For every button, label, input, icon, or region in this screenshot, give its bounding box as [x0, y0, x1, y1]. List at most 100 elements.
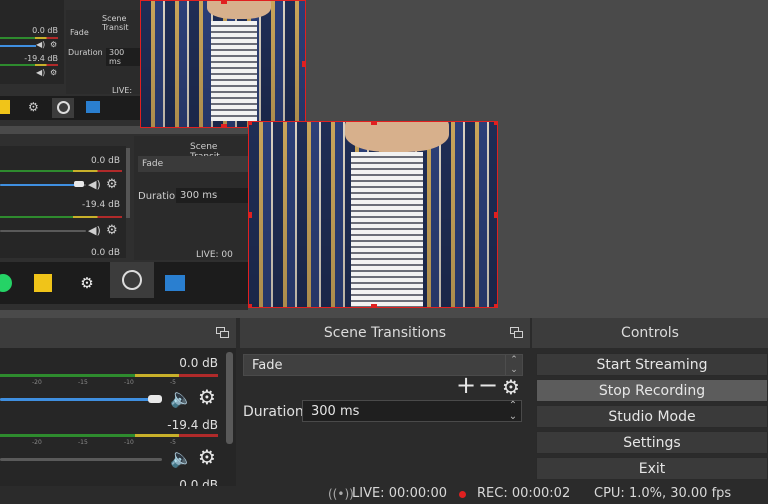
resize-handle[interactable] — [221, 1, 227, 4]
resize-handle[interactable] — [494, 122, 497, 125]
gear-icon[interactable]: ⚙ — [198, 447, 216, 467]
photos-icon — [165, 275, 185, 291]
nested-duration-value: 300 ms — [106, 48, 140, 66]
meter-tick: -10 — [124, 439, 134, 446]
rec-timer: REC: 00:00:02 — [477, 486, 571, 501]
volume-meter — [0, 434, 218, 437]
nested-mute-icon: ◀) — [36, 40, 46, 49]
meter-tick: -10 — [124, 379, 134, 386]
nested-scrollbar — [126, 148, 130, 218]
nested-preview-medium: 0.0 dB ◀) ⚙ -19.4 dB ◀) ⚙ 0.0 dB Scene T… — [0, 134, 248, 310]
nested-transitions-medium: Scene Transit Fade Duration 300 ms LIVE:… — [134, 136, 248, 260]
resize-handle[interactable] — [494, 304, 497, 307]
add-icon[interactable]: + — [456, 373, 476, 397]
scene-transitions-panel: Scene Transitions Fade ⌃ ⌄ + − ⚙ Duration… — [240, 318, 530, 486]
nested-gear-icon: ⚙ — [106, 223, 118, 238]
meter-tick: -20 — [32, 379, 42, 386]
nested-transition-value: Fade — [70, 28, 89, 37]
volume-slider[interactable] — [0, 458, 162, 461]
status-bar: ((•)) LIVE: 00:00:00 REC: 00:00:02 CPU: … — [0, 486, 768, 504]
volume-slider-knob[interactable] — [148, 395, 162, 403]
broadcast-icon: ((•)) — [328, 487, 354, 501]
nested-duration-value: 300 ms — [176, 188, 248, 203]
resize-handle[interactable] — [371, 122, 377, 125]
nested-transition-value: Fade — [142, 159, 164, 169]
mixer-header — [0, 318, 236, 348]
nested-mixer-small: 0.0 dB ◀) ⚙ -19.4 dB ◀) ⚙ — [0, 0, 64, 84]
resize-handle[interactable] — [302, 61, 305, 67]
start-streaming-button[interactable]: Start Streaming — [536, 353, 768, 376]
resize-handle[interactable] — [249, 122, 252, 125]
rec-dot-icon — [459, 491, 466, 498]
whatsapp-icon — [0, 274, 12, 292]
meter-tick: -15 — [78, 439, 88, 446]
nested-duration-label: Duration — [138, 191, 182, 202]
nested-taskbar-medium: ⚙ — [0, 262, 248, 304]
settings-button[interactable]: Settings — [536, 431, 768, 454]
scene-transitions-header: Scene Transitions — [240, 318, 530, 348]
nested-mute-icon: ◀) — [36, 68, 46, 77]
nested-live-status: LIVE: 00 — [196, 250, 233, 260]
obs-icon — [52, 98, 74, 118]
studio-mode-button[interactable]: Studio Mode — [536, 405, 768, 428]
duration-value: 300 ms — [311, 403, 360, 419]
gear-icon[interactable]: ⚙ — [198, 387, 216, 407]
controls-header: Controls — [532, 318, 768, 348]
nested-db-bottom: -19.4 dB — [24, 54, 58, 63]
mixer-db-cut: 0.0 dB — [179, 478, 218, 486]
preview-canvas[interactable]: 0.0 dB ◀) ⚙ -19.4 dB ◀) ⚙ Scene Transit … — [0, 0, 768, 318]
nested-gear-icon: ⚙ — [106, 177, 118, 192]
nested-taskbar-small: ⚙ — [0, 96, 140, 120]
cpu-status: CPU: 1.0%, 30.00 fps — [594, 486, 732, 501]
live-timer: LIVE: 00:00:00 — [352, 486, 448, 501]
nested-mute-icon: ◀) — [88, 178, 101, 191]
mixer-db-bottom: -19.4 dB — [167, 418, 218, 432]
webcam-source-large[interactable] — [248, 121, 498, 308]
sticky-notes-icon — [0, 100, 10, 114]
audio-mixer-panel: 0.0 dB -20 -15 -10 -5 🔈 ⚙ -19.4 dB -20 -… — [0, 318, 236, 486]
resize-handle[interactable] — [221, 124, 227, 127]
obs-icon — [110, 262, 154, 298]
sticky-notes-icon — [34, 274, 52, 292]
duration-spinbox[interactable]: 300 ms ⌃ ⌄ — [302, 400, 522, 422]
speaker-icon[interactable]: 🔈 — [170, 390, 192, 408]
webcam-source-small[interactable] — [140, 0, 306, 128]
nested-mixer-medium: 0.0 dB ◀) ⚙ -19.4 dB ◀) ⚙ 0.0 dB — [0, 146, 126, 258]
stop-recording-button[interactable]: Stop Recording — [536, 379, 768, 402]
controls-title: Controls — [621, 325, 679, 341]
meter-tick: -5 — [170, 439, 176, 446]
volume-slider-fill — [0, 398, 150, 401]
volume-meter — [0, 374, 218, 377]
gear-icon[interactable]: ⚙ — [502, 377, 520, 397]
bottom-dock: 0.0 dB -20 -15 -10 -5 🔈 ⚙ -19.4 dB -20 -… — [0, 318, 768, 486]
meter-tick: -20 — [32, 439, 42, 446]
scene-transitions-title: Scene Transitions — [323, 325, 447, 341]
mixer-db-top: 0.0 dB — [179, 356, 218, 370]
remove-icon[interactable]: − — [478, 373, 498, 397]
meter-tick: -15 — [78, 379, 88, 386]
nested-gear-icon: ⚙ — [50, 40, 58, 49]
nested-db-cut: 0.0 dB — [90, 248, 120, 258]
nested-transitions-small: Scene Transit Fade Duration 300 ms LIVE:… — [66, 10, 140, 104]
meter-tick: -5 — [170, 379, 176, 386]
float-dock-icon[interactable] — [216, 327, 229, 338]
transition-select-value: Fade — [252, 357, 283, 373]
duration-label: Duration — [243, 404, 304, 420]
resize-handle[interactable] — [249, 304, 252, 307]
settings-icon: ⚙ — [28, 100, 39, 114]
resize-handle[interactable] — [371, 304, 377, 307]
float-dock-icon[interactable] — [510, 327, 523, 338]
speaker-icon[interactable]: 🔈 — [170, 450, 192, 468]
settings-icon: ⚙ — [80, 274, 94, 292]
nested-mute-icon: ◀) — [88, 224, 101, 237]
nested-db-bottom: -19.4 dB — [81, 200, 120, 210]
resize-handle[interactable] — [249, 212, 252, 218]
nested-panel-title: Scene Transit — [102, 14, 129, 32]
spinner-arrows-icon[interactable]: ⌃ ⌄ — [505, 400, 521, 422]
nested-db-top: 0.0 dB — [90, 156, 120, 166]
exit-button[interactable]: Exit — [536, 457, 768, 480]
mixer-scrollbar[interactable] — [226, 352, 233, 444]
resize-handle[interactable] — [494, 212, 497, 218]
nested-duration-label: Duration — [68, 48, 103, 57]
nested-db-top: 0.0 dB — [32, 26, 58, 35]
